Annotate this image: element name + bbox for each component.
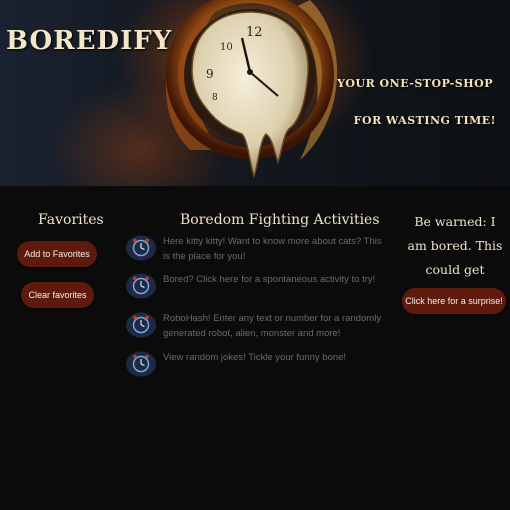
svg-text:9: 9 [206,67,214,81]
activity-cats[interactable]: Here kitty kitty! Want to know more abou… [125,234,387,264]
melting-clock-illustration: 12 9 10 8 [166,0,338,179]
header-banner: 12 9 10 8 BOREDIFY YOUR ONE-STOP-SHOP FO… [0,0,510,186]
svg-text:10: 10 [220,42,233,53]
brand-logo[interactable]: BOREDIFY [6,26,172,56]
surprise-button[interactable]: Click here for a surprise! [402,288,506,314]
clock-icon [126,235,156,261]
activity-robohash[interactable]: RoboHash! Enter any text or number for a… [125,311,387,341]
favorites-heading: Favorites [38,212,104,228]
clock-icon [126,312,156,338]
add-to-favorites-button[interactable]: Add to Favorites [17,241,97,267]
activity-jokes[interactable]: View random jokes! Tickle your funny bon… [125,350,387,378]
activities-heading: Boredom Fighting Activities [180,212,380,228]
clock-icon [126,273,156,299]
activity-robohash-text[interactable]: RoboHash! Enter any text or number for a… [163,311,387,341]
svg-text:8: 8 [212,93,218,103]
activity-spontaneous[interactable]: Bored? Click here for a spontaneous acti… [125,272,387,300]
tagline-line-2: FOR WASTING TIME! [353,114,496,127]
svg-text:12: 12 [246,25,263,40]
clear-favorites-button[interactable]: Clear favorites [21,282,94,308]
activity-cats-text[interactable]: Here kitty kitty! Want to know more abou… [163,234,387,264]
clock-icon [126,351,156,377]
activity-jokes-text[interactable]: View random jokes! Tickle your funny bon… [163,350,346,365]
tagline-line-1: YOUR ONE-STOP-SHOP [337,77,493,90]
activity-spontaneous-text[interactable]: Bored? Click here for a spontaneous acti… [163,272,375,287]
